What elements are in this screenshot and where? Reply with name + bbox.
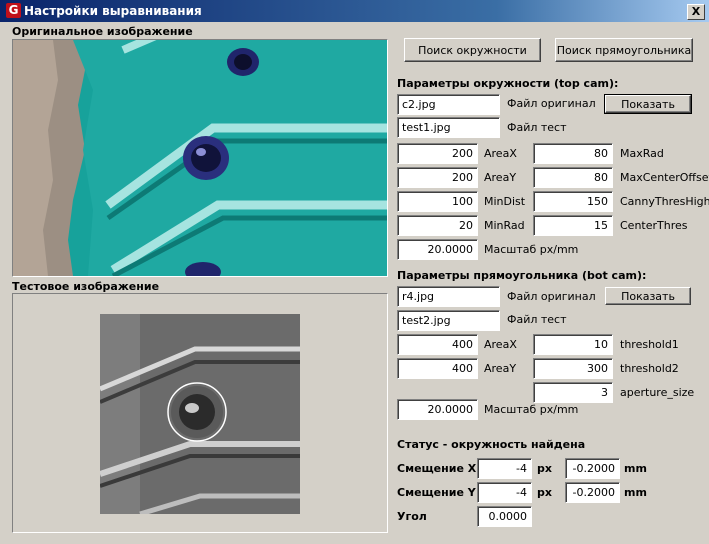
circle-file-test-label: Файл тест [507,121,567,134]
circle-maxrad-label: MaxRad [620,147,664,160]
rect-threshold2-input[interactable]: 300 [533,358,613,379]
angle-label: Угол [397,510,427,523]
circle-show-button[interactable]: Показать [604,94,692,114]
circle-centerthres-input[interactable]: 15 [533,215,613,236]
offset-y-px-unit: px [537,486,552,499]
offset-x-mm-unit: mm [624,462,647,475]
offset-x-px-field[interactable]: -4 [477,458,532,479]
circle-maxcenteroffset-label: MaxCenterOffset [620,171,709,184]
offset-y-mm-field[interactable]: -0.2000 [565,482,620,503]
rect-areax-label: AreaX [484,338,517,351]
rect-show-button[interactable]: Показать [605,287,691,305]
offset-x-mm-field[interactable]: -0.2000 [565,458,620,479]
window-title: Настройки выравнивания [24,4,202,18]
circle-cannythreshigh-label: CannyThresHigh [620,195,709,208]
close-button[interactable]: X [687,4,705,20]
pcb-color-photo [13,40,387,276]
circle-file-original-label: Файл оригинал [507,97,596,110]
original-image-label: Оригинальное изображение [12,25,193,38]
test-image-label: Тестовое изображение [12,280,160,293]
pcb-grayscale-photo [100,314,300,514]
angle-field[interactable]: 0.0000 [477,506,532,527]
find-circle-button[interactable]: Поиск окружности [404,38,541,62]
circle-centerthres-label: CenterThres [620,219,688,232]
rect-areay-label: AreaY [484,362,517,375]
circle-areay-label: AreaY [484,171,517,184]
rect-threshold2-label: threshold2 [620,362,679,375]
circle-mindist-input[interactable]: 100 [397,191,478,212]
offset-x-label: Смещение X [397,462,477,475]
rect-areay-input[interactable]: 400 [397,358,478,379]
circle-params-heading: Параметры окружности (top cam): [397,77,619,90]
circle-areax-label: AreaX [484,147,517,160]
rect-file-test-input[interactable]: test2.jpg [397,310,500,331]
rect-aperture-size-input[interactable]: 3 [533,382,613,403]
rect-scale-label: Масштаб px/mm [484,403,579,416]
rect-file-test-label: Файл тест [507,313,567,326]
offset-y-px-field[interactable]: -4 [477,482,532,503]
offset-x-px-unit: px [537,462,552,475]
circle-scale-input[interactable]: 20.0000 [397,239,478,260]
circle-file-test-input[interactable]: test1.jpg [397,117,500,138]
circle-maxrad-input[interactable]: 80 [533,143,613,164]
circle-scale-label: Масштаб px/mm [484,243,579,256]
rect-aperture-size-label: aperture_size [620,386,695,399]
rect-file-original-input[interactable]: r4.jpg [397,286,500,307]
rect-file-original-label: Файл оригинал [507,290,596,303]
circle-areay-input[interactable]: 200 [397,167,478,188]
circle-cannythreshigh-input[interactable]: 150 [533,191,613,212]
rect-params-heading: Параметры прямоугольника (bot cam): [397,269,647,282]
circle-minrad-input[interactable]: 20 [397,215,478,236]
original-image [12,39,388,277]
circle-areax-input[interactable]: 200 [397,143,478,164]
circle-maxcenteroffset-input[interactable]: 80 [533,167,613,188]
rect-threshold1-input[interactable]: 10 [533,334,613,355]
circle-minrad-label: MinRad [484,219,525,232]
rect-threshold1-label: threshold1 [620,338,679,351]
circle-mindist-label: MinDist [484,195,526,208]
offset-y-mm-unit: mm [624,486,647,499]
status-text: Статус - окружность найдена [397,438,586,451]
rect-areax-input[interactable]: 400 [397,334,478,355]
rect-scale-input[interactable]: 20.0000 [397,399,478,420]
find-rectangle-button[interactable]: Поиск прямоугольника [555,38,693,62]
circle-file-original-input[interactable]: c2.jpg [397,94,500,115]
offset-y-label: Смещение Y [397,486,476,499]
app-icon: G [6,3,21,18]
test-image-panel [12,293,388,533]
